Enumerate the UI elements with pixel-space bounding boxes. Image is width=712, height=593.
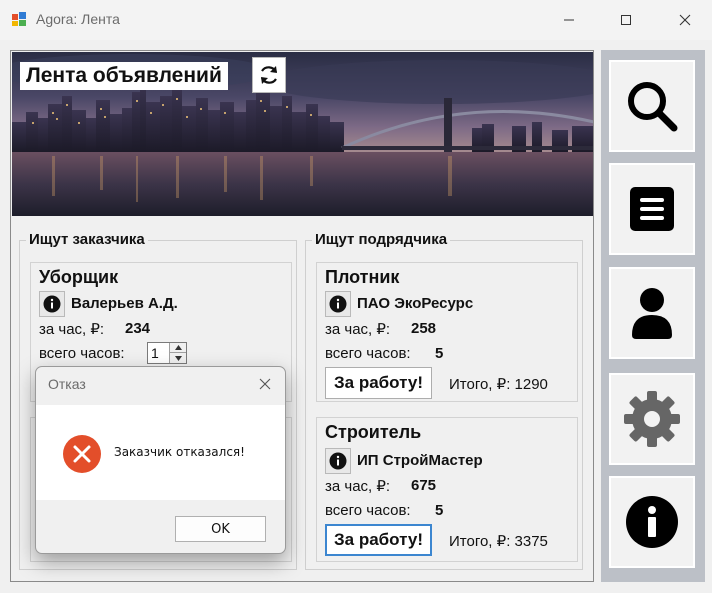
chevron-up-icon [174,345,182,350]
sidebar [601,50,705,582]
sidebar-item-search[interactable] [609,60,695,152]
total-amount: Итого, ₽: 1290 [449,375,548,393]
info-icon [329,452,347,470]
close-icon [259,378,271,390]
seeking-customer-title: Ищут заказчика [26,231,148,249]
seeking-contractor-group: Ищут подрядчика Плотник ПАО ЭкоРесурс за… [305,231,583,570]
minimize-button[interactable] [546,0,592,40]
settings-icon [624,391,680,447]
party-name: Валерьев А.Д. [71,295,178,312]
total-hours-label: всего часов: [39,345,125,362]
info-icon [626,496,678,548]
card-title: Уборщик [39,267,119,287]
list-icon [630,187,674,231]
refresh-button[interactable] [252,57,286,93]
sidebar-item-feed[interactable] [609,163,695,255]
card-title: Плотник [325,267,400,287]
rate-value: 258 [411,320,437,337]
party-name: ИП СтройМастер [357,452,483,469]
total-hours-label: всего часов: [325,345,411,362]
dialog-title: Отказ [48,376,86,392]
title-bar: Agora: Лента [0,0,712,40]
hours-value: 1 [151,345,159,361]
maximize-icon [621,15,631,25]
rate-value: 234 [125,320,151,337]
sidebar-item-about[interactable] [609,476,695,568]
ad-card: Плотник ПАО ЭкоРесурс за час, ₽: 258 все… [316,262,578,402]
chevron-down-icon [174,355,182,361]
info-button[interactable] [325,291,351,317]
error-icon [63,435,101,473]
maximize-button[interactable] [603,0,649,40]
close-icon [679,14,691,26]
hours-stepper[interactable]: 1 [147,342,187,364]
close-window-button[interactable] [662,0,708,40]
card-title: Строитель [325,422,422,442]
rate-value: 675 [411,477,437,494]
app-windows-icon [12,12,26,26]
ok-button[interactable]: OK [175,516,266,542]
banner-image: Лента объявлений [12,52,593,216]
info-button[interactable] [325,448,351,474]
error-dialog: Отказ Заказчик отказался! OK [35,366,286,554]
hours-value: 5 [435,345,444,362]
total-hours-label: всего часов: [325,502,411,519]
per-hour-label: за час, ₽: [325,321,391,338]
take-job-button[interactable]: За работу! [325,367,432,399]
minimize-icon [564,19,574,21]
app-window: Agora: Лента Лента объявлений Ищут заказ… [0,0,712,593]
sidebar-item-settings[interactable] [609,373,695,465]
search-icon [628,82,678,132]
ad-card: Строитель ИП СтройМастер за час, ₽: 675 … [316,417,578,562]
total-value: 1290 [514,376,548,393]
refresh-icon [261,66,277,84]
total-value: 3375 [514,533,548,550]
total-label: Итого, ₽: [449,533,511,550]
stepper-down-button[interactable] [169,353,186,363]
party-name: ПАО ЭкоРесурс [357,295,474,312]
stepper-up-button[interactable] [169,343,186,353]
info-icon [329,295,347,313]
seeking-contractor-title: Ищут подрядчика [312,231,451,249]
take-job-button[interactable]: За работу! [325,524,432,556]
feed-title: Лента объявлений [20,62,228,90]
dialog-close-button[interactable] [255,374,275,394]
info-button[interactable] [39,291,65,317]
dialog-message: Заказчик отказался! [114,445,245,459]
per-hour-label: за час, ₽: [39,321,105,338]
sidebar-item-profile[interactable] [609,267,695,359]
hours-value: 5 [435,502,444,519]
per-hour-label: за час, ₽: [325,478,391,495]
dialog-body: Заказчик отказался! [36,405,285,500]
info-icon [43,295,61,313]
user-icon [632,288,672,339]
window-title: Agora: Лента [36,11,120,27]
total-label: Итого, ₽: [449,376,511,393]
total-amount: Итого, ₽: 3375 [449,532,548,550]
